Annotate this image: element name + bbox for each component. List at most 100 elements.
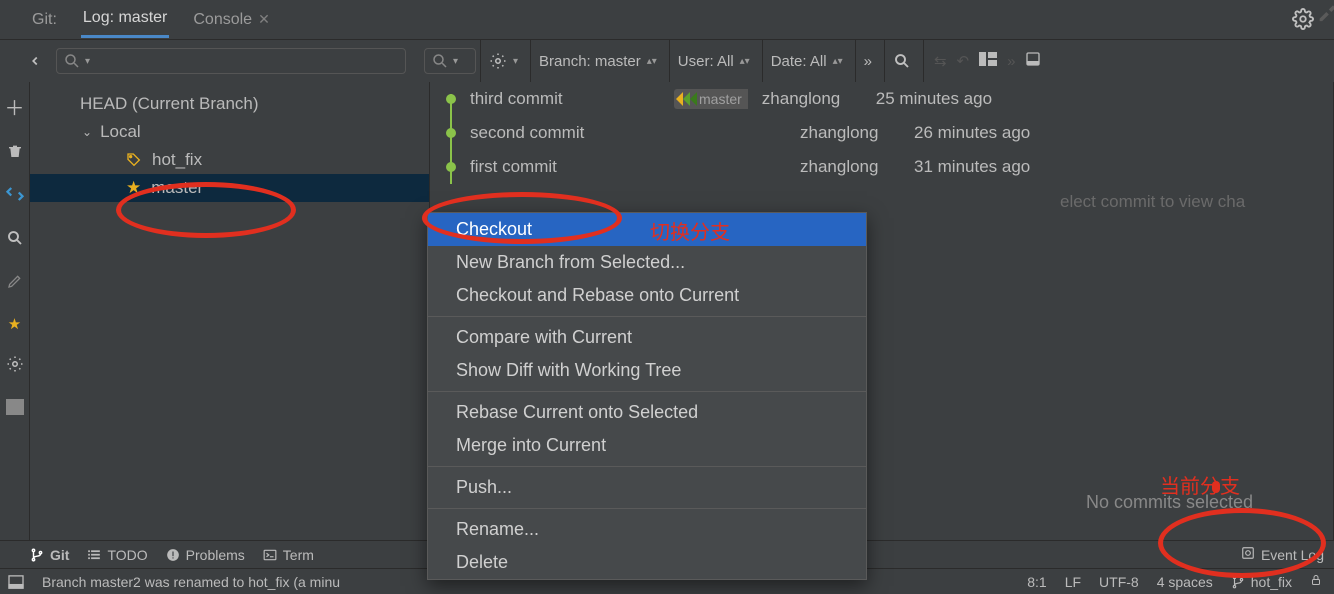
branch-hot-fix-label: hot_fix <box>152 150 202 170</box>
gear-icon[interactable] <box>1292 8 1314 30</box>
menu-separator <box>428 391 866 392</box>
menu-rebase-onto[interactable]: Rebase Current onto Selected <box>428 396 866 429</box>
edit-icon[interactable] <box>7 273 23 293</box>
star-icon: ★ <box>126 178 141 198</box>
commit-author: zhanglong <box>762 89 862 109</box>
commit-message: third commit <box>470 89 660 109</box>
commit-when: 25 minutes ago <box>876 89 992 109</box>
menu-separator <box>428 316 866 317</box>
status-indent[interactable]: 4 spaces <box>1157 574 1213 590</box>
local-node-label: Local <box>100 122 141 142</box>
tab-log-master[interactable]: Log: master <box>81 1 169 38</box>
menu-compare[interactable]: Compare with Current <box>428 321 866 354</box>
lock-icon[interactable] <box>1310 573 1322 590</box>
menu-checkout-rebase[interactable]: Checkout and Rebase onto Current <box>428 279 866 312</box>
terminal-icon <box>263 548 277 562</box>
branch-search-input[interactable]: ▾ <box>56 48 406 74</box>
branch-tag-label: master <box>699 91 742 107</box>
bottom-tab-terminal[interactable]: Term <box>263 547 314 563</box>
filter-settings[interactable]: ▾ <box>480 40 526 82</box>
log-toolbar-actions: ⇆ ↶ » <box>923 40 1052 82</box>
branch-master[interactable]: ★ master <box>30 174 429 202</box>
event-log-button[interactable]: Event Log <box>1241 546 1324 563</box>
menu-new-branch[interactable]: New Branch from Selected... <box>428 246 866 279</box>
menu-show-diff[interactable]: Show Diff with Working Tree <box>428 354 866 387</box>
branch-context-menu: Checkout New Branch from Selected... Che… <box>427 212 867 580</box>
menu-delete[interactable]: Delete <box>428 546 866 579</box>
chevron-down-icon: ⌄ <box>82 125 92 139</box>
add-icon[interactable]: ＋ <box>5 92 25 121</box>
status-caret-position[interactable]: 8:1 <box>1027 574 1046 590</box>
tab-console[interactable]: Console ✕ <box>191 3 271 37</box>
commit-row-2[interactable]: first commit zhanglong 31 minutes ago <box>430 150 1333 184</box>
toolwindow-options-icon[interactable] <box>1025 51 1041 71</box>
branches-tree: HEAD (Current Branch) ⌄ Local hot_fix ★ … <box>30 82 430 540</box>
more-actions[interactable]: » <box>1007 53 1015 70</box>
commit-author: zhanglong <box>800 157 900 177</box>
select-commit-hint: elect commit to view cha <box>1060 192 1245 212</box>
commit-row-0[interactable]: third commit master zhanglong 25 minutes… <box>430 82 1333 116</box>
cherry-pick-icon[interactable]: ⇆ <box>934 52 947 70</box>
status-git-branch[interactable]: hot_fix <box>1231 574 1292 590</box>
bottom-tab-git[interactable]: Git <box>30 547 69 563</box>
annotation-switch-branch: 切换分支 <box>650 216 730 245</box>
commit-search-input[interactable]: ▾ <box>424 48 476 74</box>
branch-hot-fix[interactable]: hot_fix <box>30 146 429 174</box>
search-tool-icon[interactable] <box>6 229 24 251</box>
bottom-tab-git-label: Git <box>50 547 69 563</box>
bottom-tab-problems[interactable]: Problems <box>166 547 245 563</box>
status-line-separator[interactable]: LF <box>1065 574 1081 590</box>
bottom-tab-todo[interactable]: TODO <box>87 547 147 563</box>
left-tool-column: ＋ ★ <box>0 82 30 540</box>
status-git-branch-label: hot_fix <box>1251 574 1292 590</box>
commit-message: second commit <box>470 123 660 143</box>
menu-separator <box>428 508 866 509</box>
commit-message: first commit <box>470 157 660 177</box>
tab-console-label: Console <box>193 11 252 29</box>
undo-icon[interactable]: ↶ <box>957 52 970 70</box>
commit-when: 31 minutes ago <box>914 157 1030 177</box>
commit-dot-icon <box>446 162 456 172</box>
tag-chevrons-icon <box>676 89 697 109</box>
settings-tool-icon[interactable] <box>6 355 24 377</box>
git-branch-icon <box>30 548 44 562</box>
close-icon[interactable]: ✕ <box>258 11 270 28</box>
delete-icon[interactable] <box>7 143 23 163</box>
git-toolwindow-label[interactable]: Git: <box>30 3 59 37</box>
tag-icon <box>126 152 142 168</box>
fetch-icon[interactable] <box>6 185 24 207</box>
favorite-icon[interactable]: ★ <box>8 315 21 333</box>
local-node[interactable]: ⌄ Local <box>30 118 429 146</box>
annotation-current-branch: 当前分支 <box>1160 470 1240 499</box>
commit-row-1[interactable]: second commit zhanglong 26 minutes ago <box>430 116 1333 150</box>
status-toolwindow-icon[interactable] <box>8 575 24 589</box>
find-button[interactable] <box>884 40 919 82</box>
commit-dot-icon <box>446 94 456 104</box>
layout-icon[interactable] <box>979 52 997 70</box>
more-filters[interactable]: » <box>855 40 880 82</box>
commit-dot-icon <box>446 128 456 138</box>
menu-push[interactable]: Push... <box>428 471 866 504</box>
commit-author: zhanglong <box>800 123 900 143</box>
top-tabs-bar: Git: Log: master Console ✕ <box>0 0 1334 40</box>
branch-tag-master: master <box>674 89 748 109</box>
branch-master-label: master <box>151 178 203 198</box>
menu-rename[interactable]: Rename... <box>428 513 866 546</box>
user-filter[interactable]: User: All ▴▾ <box>669 40 758 82</box>
warning-icon <box>166 548 180 562</box>
list-icon <box>87 548 101 562</box>
event-log-label: Event Log <box>1261 547 1324 563</box>
toolwindow-mode-icon[interactable] <box>6 399 24 419</box>
menu-merge[interactable]: Merge into Current <box>428 429 866 462</box>
status-encoding[interactable]: UTF-8 <box>1099 574 1139 590</box>
bottom-tab-todo-label: TODO <box>107 547 147 563</box>
date-filter[interactable]: Date: All ▴▾ <box>762 40 851 82</box>
branch-filter[interactable]: Branch: master ▴▾ <box>530 40 665 82</box>
menu-checkout[interactable]: Checkout <box>428 213 866 246</box>
log-filter-bar: ▾ ▾ ▾ Branch: master ▴▾ User: All ▴▾ Dat… <box>0 40 1334 82</box>
git-branch-icon <box>1231 575 1245 589</box>
back-icon[interactable] <box>26 52 44 70</box>
bottom-tab-terminal-label: Term <box>283 547 314 563</box>
build-icon[interactable] <box>1318 2 1334 22</box>
head-node[interactable]: HEAD (Current Branch) <box>30 90 429 118</box>
